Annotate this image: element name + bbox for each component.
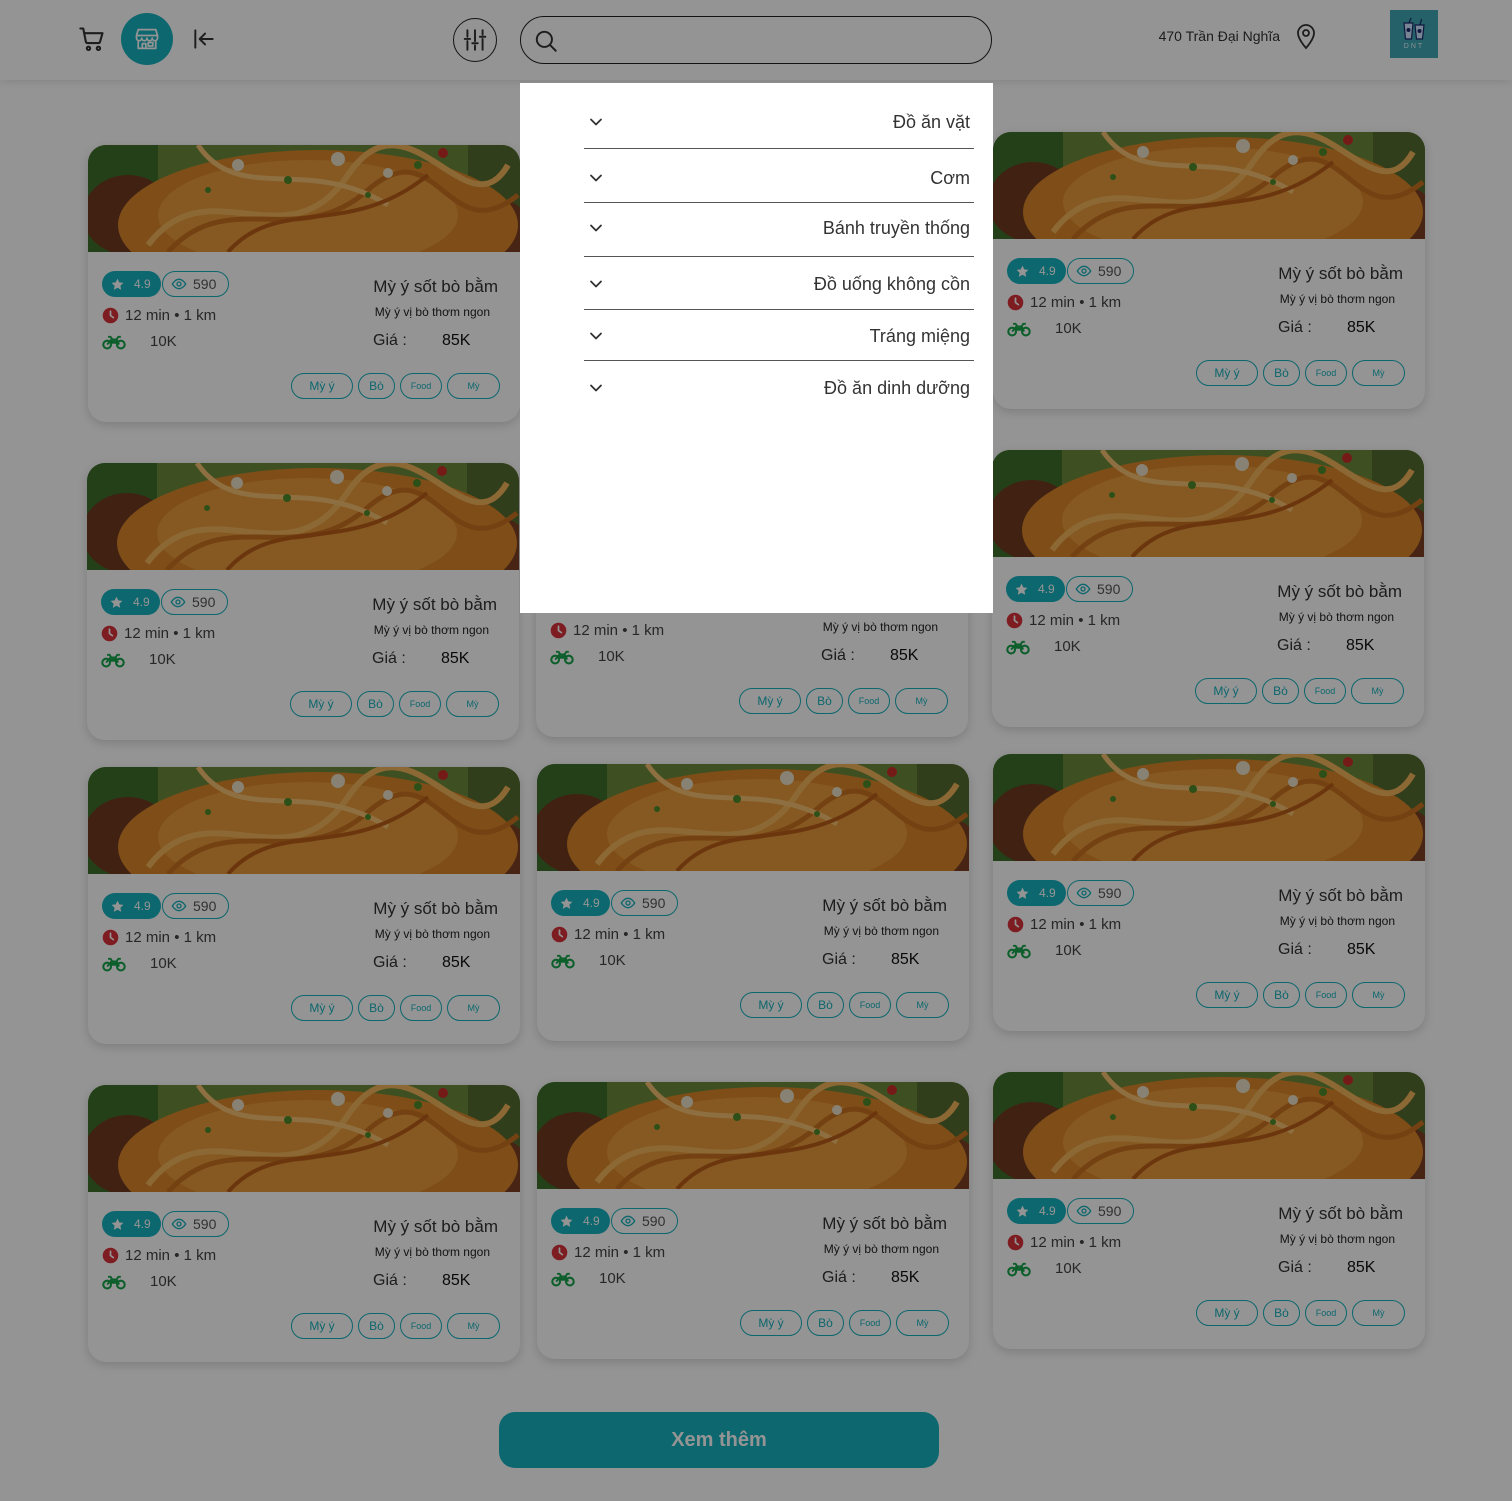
category-label: Tráng miệng (869, 325, 970, 346)
category-label: Bánh truyền thống (822, 217, 970, 238)
divider (584, 256, 974, 257)
divider (584, 202, 974, 203)
category-item[interactable]: Bánh truyền thống (584, 213, 974, 243)
category-label: Đồ ăn dinh dưỡng (824, 377, 970, 398)
category-dropdown: Đồ ăn vặt Cơm Bánh truyền thống Đồ uống … (520, 83, 993, 613)
chevron-down-icon (590, 174, 602, 182)
category-item[interactable]: Cơm (584, 163, 974, 193)
chevron-down-icon (590, 332, 602, 340)
divider (584, 309, 974, 310)
chevron-down-icon (590, 384, 602, 392)
category-item[interactable]: Đồ ăn vặt (584, 107, 974, 137)
divider (584, 360, 974, 361)
category-item[interactable]: Đồ ăn dinh dưỡng (584, 373, 974, 403)
chevron-down-icon (590, 280, 602, 288)
category-label: Đồ ăn vặt (892, 111, 970, 132)
category-label: Cơm (930, 167, 970, 188)
category-item[interactable]: Đồ uống không cồn (584, 269, 974, 299)
category-label: Đồ uống không cồn (813, 273, 970, 294)
divider (584, 148, 974, 149)
chevron-down-icon (590, 224, 602, 232)
chevron-down-icon (590, 118, 602, 126)
category-item[interactable]: Tráng miệng (584, 321, 974, 351)
